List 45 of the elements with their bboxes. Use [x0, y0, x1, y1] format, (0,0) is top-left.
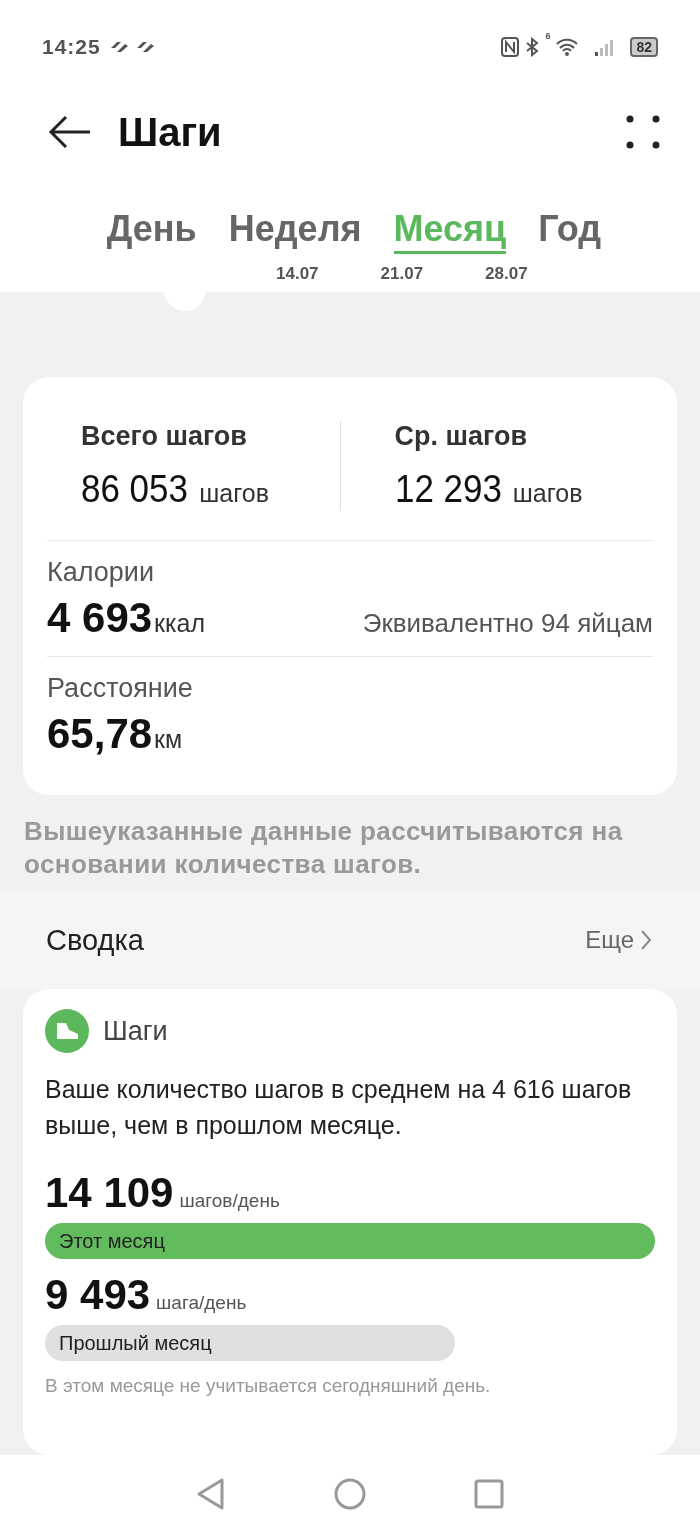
- more-link[interactable]: Еще: [585, 926, 652, 954]
- page-title: Шаги: [118, 109, 223, 155]
- comparison-text: Ваше количество шагов в среднем на 4 616 шагов выше, чем в прошлом месяце.: [45, 1074, 633, 1141]
- footnote: В этом месяце не учитывается сегодняшний день.: [45, 1375, 492, 1397]
- average-value: 14 109: [45, 1169, 174, 1217]
- equivalent-text: Эквивалентно 94 яйцам: [362, 608, 653, 639]
- stat-value: 12 293: [394, 467, 502, 511]
- info-note: Вышеуказанные данные рассчитываются на основании количества шагов.: [23, 815, 624, 881]
- wifi-icon: [556, 38, 579, 56]
- stat-label: Расстояние: [47, 673, 194, 704]
- stat-label: Всего шагов: [81, 420, 248, 452]
- period-tab[interactable]: Год: [538, 208, 602, 254]
- clock-time: 14:25: [42, 35, 101, 59]
- period-tab[interactable]: День: [106, 208, 197, 254]
- stat-value: 65,78: [47, 710, 153, 758]
- chevron-icon: [640, 929, 652, 951]
- nfc-icon: [501, 37, 520, 57]
- stat-label: Ср. шагов: [394, 420, 528, 452]
- stat-unit: ккал: [154, 609, 206, 638]
- back-nav-button[interactable]: [196, 1478, 226, 1510]
- recents-nav-button[interactable]: [474, 1479, 504, 1509]
- more-button[interactable]: [626, 115, 660, 149]
- comparison-bar: Этот месяц: [45, 1223, 655, 1259]
- back-button[interactable]: [48, 114, 92, 150]
- home-nav-button[interactable]: [334, 1478, 366, 1510]
- average-unit: шагов/день: [179, 1190, 280, 1212]
- average-unit: шага/день: [156, 1292, 247, 1314]
- axis-label: 14.07: [276, 264, 319, 285]
- stat-unit: шагов: [199, 478, 269, 508]
- stat-value: 86 053: [81, 467, 188, 511]
- network-label: 6: [545, 31, 551, 41]
- section-title: Сводка: [46, 923, 145, 957]
- card-title: Шаги: [103, 1015, 168, 1047]
- battery-level: 82: [630, 37, 658, 57]
- stat-value: 4 693: [47, 594, 153, 642]
- stat-unit: шагов: [512, 478, 583, 508]
- period-tab[interactable]: Неделя: [228, 208, 362, 254]
- axis-label: 28.07: [485, 264, 528, 285]
- comparison-bar: Прошлый месяц: [45, 1325, 456, 1361]
- stat-unit: км: [154, 725, 183, 754]
- axis-label: 21.07: [380, 264, 424, 285]
- stat-label: Калории: [47, 557, 155, 588]
- bluetooth-icon: [525, 37, 540, 57]
- shoe-icon: [45, 1009, 89, 1053]
- average-value: 9 493: [45, 1271, 151, 1319]
